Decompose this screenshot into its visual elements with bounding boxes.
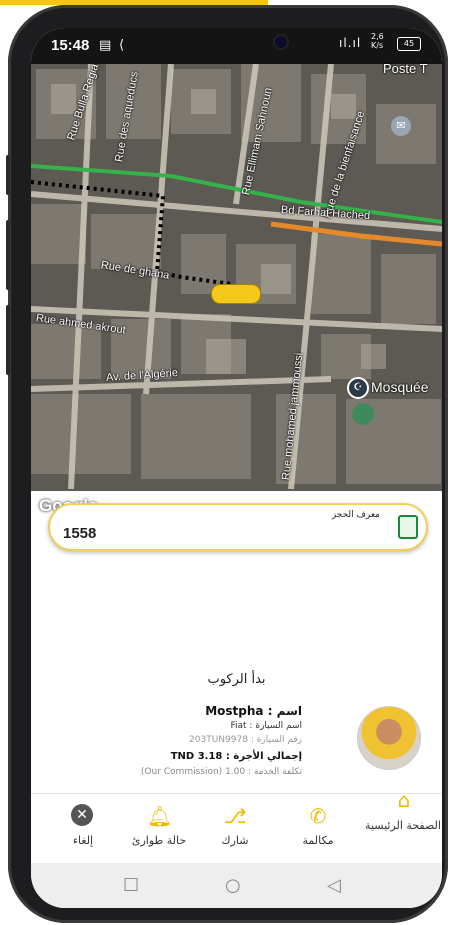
map-satellite	[31, 64, 442, 491]
share-icon: ⎇	[223, 804, 247, 828]
notification-icon: ▤	[99, 38, 112, 53]
mosque-marker-icon[interactable]: ☪	[347, 377, 369, 399]
home-icon: ⌂	[397, 788, 411, 812]
status-time: 15:48	[51, 37, 90, 54]
phone-screen: 15:48 ▤ ⟨ ıl.ıl 2,6 K/s 45 Rue Bulla Reg…	[31, 28, 442, 908]
status-bar: 15:48 ▤ ⟨ ıl.ıl 2,6 K/s 45	[31, 28, 442, 64]
bell-icon: 🔔︎	[147, 804, 173, 828]
booking-id-value: 1558	[63, 525, 97, 542]
ride-status-title: بدأ الركوب	[207, 672, 266, 687]
share-button[interactable]: ⎇ شارك	[195, 794, 275, 864]
post-office-marker-icon[interactable]: ✉	[391, 116, 411, 136]
booking-id-field: معرف الحجز 1558	[48, 503, 428, 551]
driver-avatar	[357, 706, 421, 770]
home-button[interactable]: ⌂ الصفحة الرئيسية	[364, 788, 442, 864]
poi-label[interactable]: Poste T	[383, 61, 428, 76]
side-button	[6, 305, 10, 375]
android-navigation-bar: ☐ ○ ◁	[31, 863, 442, 908]
back-icon[interactable]: ◁	[327, 875, 341, 896]
phone-icon: ✆	[309, 804, 327, 828]
battery-icon: 45	[397, 37, 421, 51]
service-fee-line: تكلفة الخدمة : 1.00 (Our Commission)	[140, 767, 302, 777]
car-plate-line: رقم السيارة : 203TUN9978	[189, 735, 302, 745]
home-circle-icon[interactable]: ○	[225, 875, 241, 896]
power-button	[6, 220, 10, 290]
network-speed: 2,6 K/s	[371, 32, 384, 50]
cancel-icon: ✕	[71, 804, 93, 826]
car-name-line: اسم السيارة : Fiat	[230, 721, 302, 731]
total-fare-line: إجمالي الأجرة : TND 3.18	[170, 751, 302, 762]
call-button[interactable]: ✆ مكالمة	[278, 794, 358, 864]
poi-label[interactable]: Mosquée	[371, 379, 429, 395]
front-camera	[275, 36, 287, 48]
id-card-icon	[398, 515, 418, 539]
bottom-action-bar: ✕ إلغاء 🔔︎ حالة طوارئ ⎇ شارك ✆ مكالمة ⌂ …	[31, 788, 442, 864]
cancel-button[interactable]: ✕ إلغاء	[43, 794, 123, 864]
volume-button	[6, 155, 10, 195]
driver-name-line: اسم : Mostpha	[205, 704, 302, 718]
recent-apps-icon[interactable]: ☐	[123, 875, 139, 896]
emergency-button[interactable]: 🔔︎ حالة طوارئ	[119, 794, 199, 864]
signal-icon: ıl.ıl	[339, 36, 362, 50]
booking-id-label: معرف الحجز	[331, 510, 380, 520]
accessibility-icon: ⟨	[119, 38, 125, 53]
taxi-marker-icon	[211, 284, 261, 304]
map-view[interactable]: Rue Bulla Regia Rue des aqueducs Rue Ell…	[31, 61, 442, 515]
driver-name: Mostpha	[205, 704, 264, 718]
